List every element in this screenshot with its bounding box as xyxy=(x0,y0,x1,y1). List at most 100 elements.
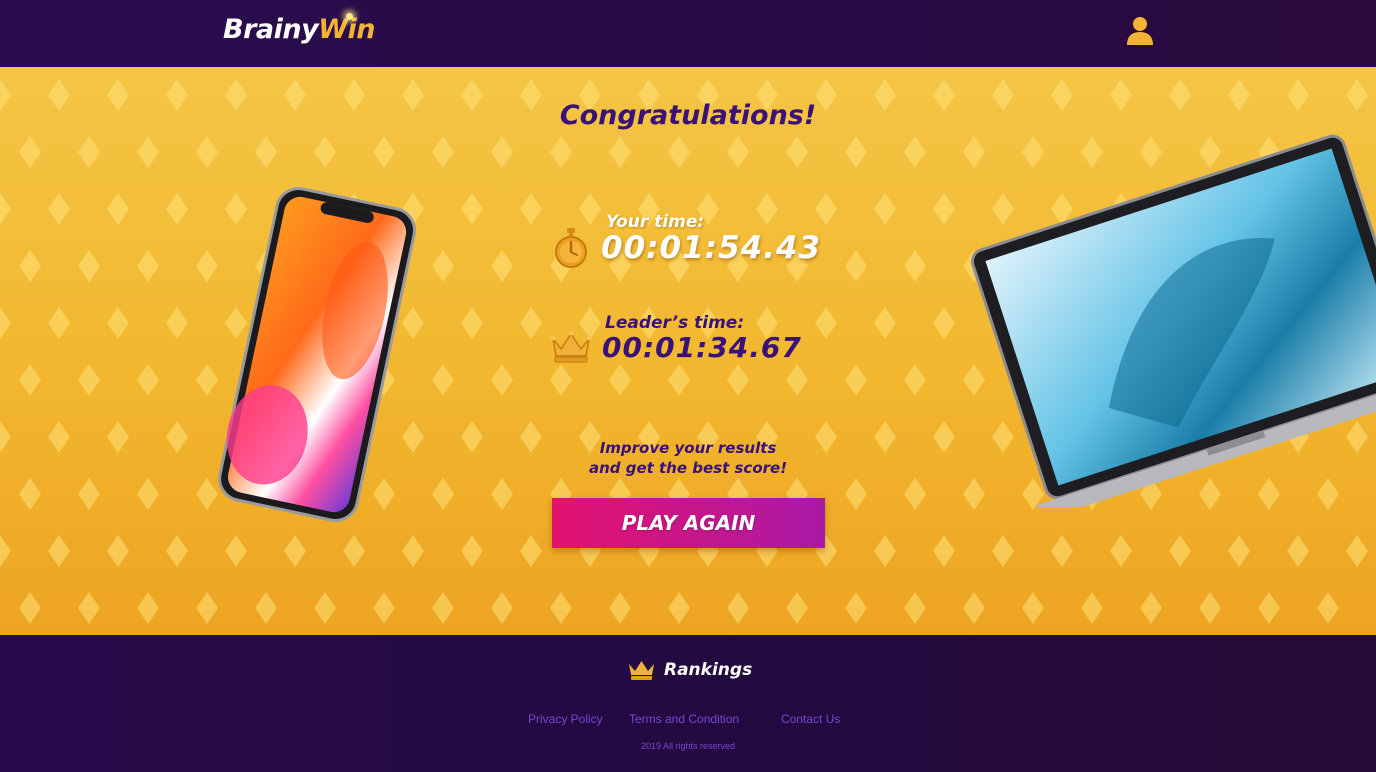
pattern-diamond xyxy=(756,193,778,225)
crown-icon xyxy=(629,661,654,680)
pattern-diamond xyxy=(19,364,41,396)
rankings-label: Rankings xyxy=(664,660,753,680)
pattern-diamond xyxy=(1081,592,1103,624)
pattern-diamond xyxy=(432,364,454,396)
privacy-policy-link[interactable]: Privacy Policy xyxy=(528,712,603,726)
congratulations-title: Congratulations! xyxy=(559,100,817,131)
pattern-diamond xyxy=(727,592,749,624)
pattern-diamond xyxy=(107,535,129,567)
pattern-diamond xyxy=(727,364,749,396)
pattern-diamond xyxy=(1346,535,1368,567)
pattern-diamond xyxy=(166,535,188,567)
your-time-label: Your time: xyxy=(606,212,705,232)
pattern-diamond xyxy=(255,592,277,624)
pattern-diamond xyxy=(550,136,572,168)
pattern-diamond xyxy=(904,250,926,282)
improve-line-1: Improve your results xyxy=(599,439,777,457)
pattern-diamond xyxy=(609,136,631,168)
pattern-diamond xyxy=(48,307,70,339)
pattern-diamond xyxy=(1110,535,1132,567)
pattern-diamond xyxy=(166,307,188,339)
pattern-diamond xyxy=(520,535,542,567)
pattern-diamond xyxy=(314,136,336,168)
pattern-diamond xyxy=(609,592,631,624)
logo-text-brainy: Brainy xyxy=(223,14,319,45)
pattern-diamond xyxy=(1199,592,1221,624)
pattern-diamond xyxy=(904,136,926,168)
play-again-button[interactable]: PLAY AGAIN xyxy=(552,498,825,548)
pattern-diamond xyxy=(196,136,218,168)
pattern-diamond xyxy=(107,307,129,339)
pattern-diamond xyxy=(137,592,159,624)
pattern-diamond xyxy=(904,364,926,396)
pattern-diamond xyxy=(668,136,690,168)
pattern-diamond xyxy=(491,478,513,510)
pattern-diamond xyxy=(874,307,896,339)
pattern-diamond xyxy=(1169,535,1191,567)
pattern-diamond xyxy=(786,592,808,624)
pattern-diamond xyxy=(933,193,955,225)
pattern-diamond xyxy=(196,592,218,624)
pattern-diamond xyxy=(1317,592,1339,624)
pattern-diamond xyxy=(0,193,11,225)
pattern-diamond xyxy=(0,535,11,567)
pattern-diamond xyxy=(137,250,159,282)
pattern-diamond xyxy=(550,364,572,396)
pattern-diamond xyxy=(786,364,808,396)
pattern-diamond xyxy=(609,364,631,396)
pattern-diamond xyxy=(225,535,247,567)
pattern-diamond xyxy=(137,478,159,510)
pattern-diamond xyxy=(815,307,837,339)
pattern-diamond xyxy=(491,592,513,624)
pattern-diamond xyxy=(845,364,867,396)
pattern-diamond xyxy=(933,535,955,567)
pattern-diamond xyxy=(166,193,188,225)
pattern-diamond xyxy=(461,193,483,225)
user-icon[interactable] xyxy=(1126,16,1154,46)
pattern-diamond xyxy=(432,136,454,168)
pattern-diamond xyxy=(904,592,926,624)
footer-links: Privacy Policy Terms and Condition Conta… xyxy=(0,712,1376,728)
pattern-diamond xyxy=(432,592,454,624)
pattern-diamond xyxy=(815,193,837,225)
rankings-link[interactable]: Rankings xyxy=(627,659,752,681)
your-time-value: 00:01:54.43 xyxy=(601,230,822,266)
pattern-diamond xyxy=(19,592,41,624)
copyright-text: 2019 All rights reserved xyxy=(640,741,736,751)
pattern-diamond xyxy=(1258,592,1280,624)
pattern-diamond xyxy=(461,535,483,567)
terms-and-condition-link[interactable]: Terms and Condition xyxy=(629,712,739,726)
pattern-diamond xyxy=(874,193,896,225)
pattern-diamond xyxy=(845,250,867,282)
leader-time-label: Leader’s time: xyxy=(605,313,745,333)
pattern-diamond xyxy=(845,478,867,510)
result-panel: Congratulations! Your time: 00:01:54.43 … xyxy=(0,67,1376,635)
pattern-diamond xyxy=(579,193,601,225)
pattern-diamond xyxy=(137,364,159,396)
pattern-diamond xyxy=(432,478,454,510)
pattern-diamond xyxy=(904,478,926,510)
pattern-diamond xyxy=(668,364,690,396)
pattern-diamond xyxy=(19,250,41,282)
pattern-diamond xyxy=(1228,535,1250,567)
pattern-diamond xyxy=(520,193,542,225)
pattern-diamond xyxy=(668,592,690,624)
pattern-diamond xyxy=(992,535,1014,567)
pattern-diamond xyxy=(314,592,336,624)
header: BrainyWin xyxy=(0,0,1376,67)
pattern-diamond xyxy=(1287,535,1309,567)
pattern-diamond xyxy=(1022,592,1044,624)
pattern-diamond xyxy=(491,136,513,168)
pattern-diamond xyxy=(343,535,365,567)
pattern-diamond xyxy=(1140,592,1162,624)
contact-us-link[interactable]: Contact Us xyxy=(781,712,840,726)
pattern-diamond xyxy=(550,592,572,624)
pattern-diamond xyxy=(432,250,454,282)
pattern-diamond xyxy=(491,364,513,396)
pattern-diamond xyxy=(137,136,159,168)
pattern-diamond xyxy=(933,307,955,339)
pattern-diamond xyxy=(373,592,395,624)
pattern-diamond xyxy=(845,592,867,624)
pattern-diamond xyxy=(284,535,306,567)
pattern-diamond xyxy=(78,592,100,624)
